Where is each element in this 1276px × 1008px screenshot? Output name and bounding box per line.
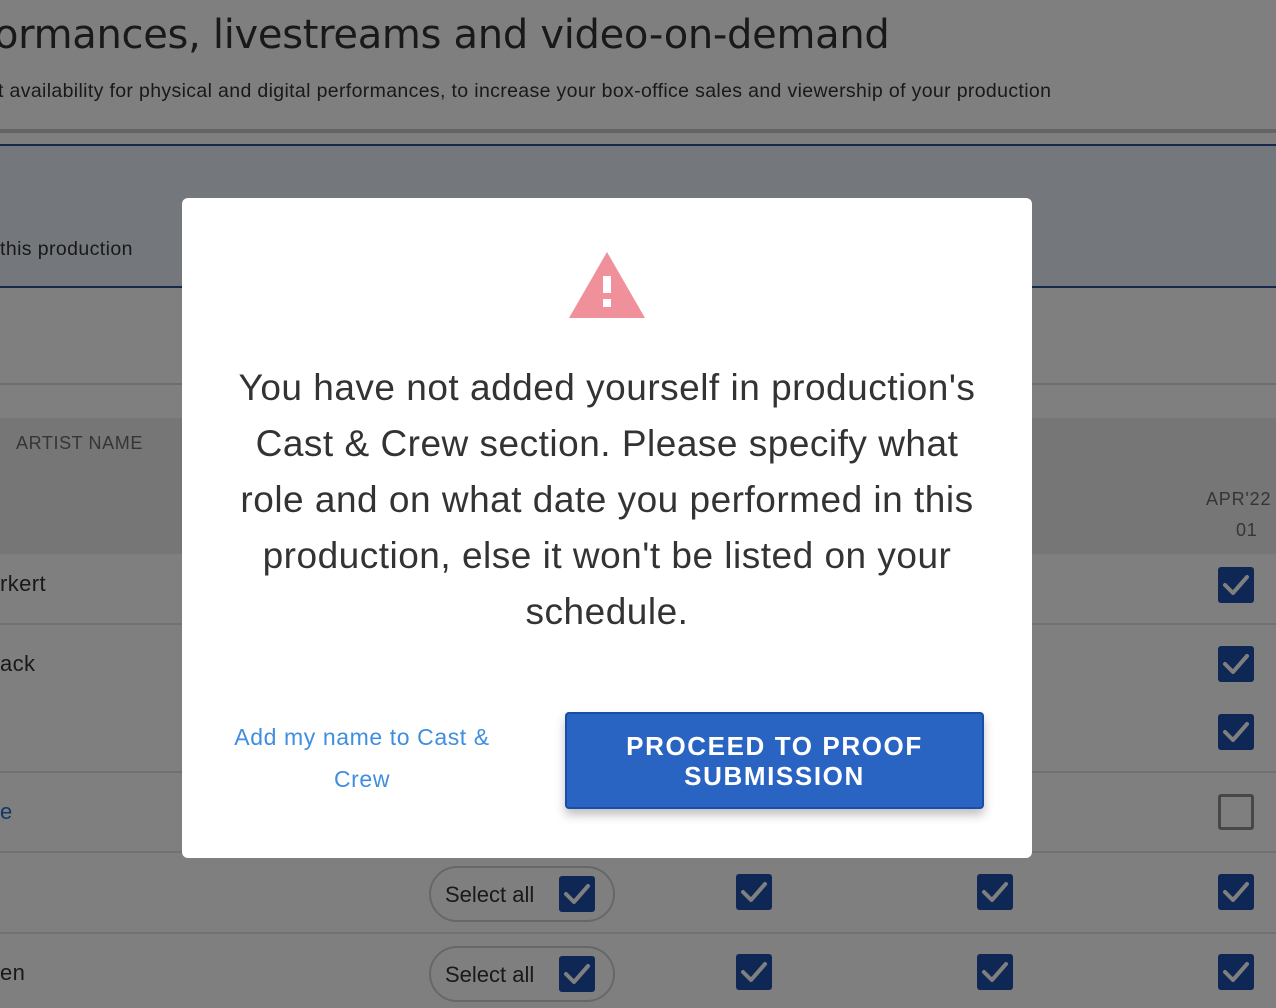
warning-triangle-icon [569, 252, 645, 318]
add-to-cast-link[interactable]: Add my name to Cast & Crew [212, 716, 512, 800]
dialog-message: You have not added yourself in productio… [238, 367, 976, 632]
warning-dialog: You have not added yourself in productio… [182, 198, 1032, 858]
proceed-to-proof-button[interactable]: PROCEED TO PROOF SUBMISSION [565, 712, 984, 809]
